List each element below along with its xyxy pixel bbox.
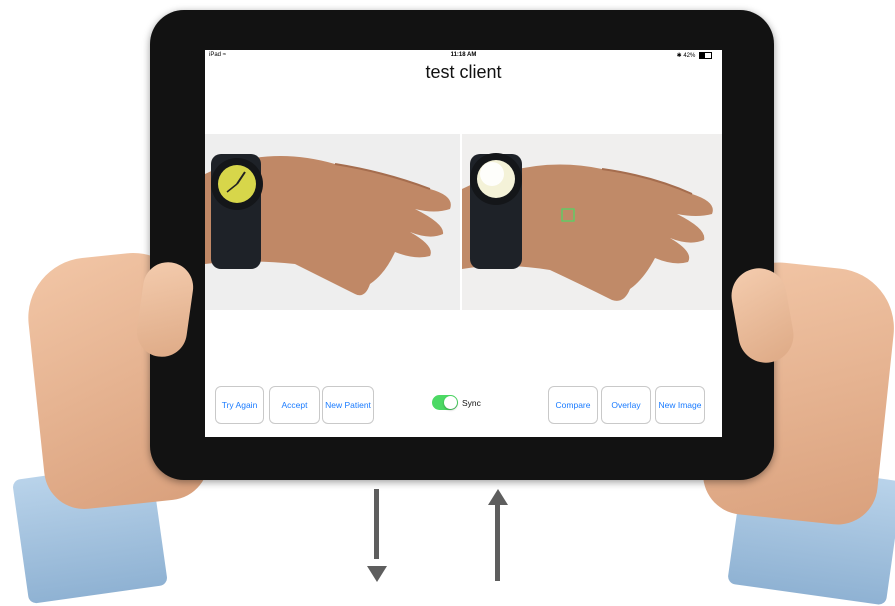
arrow-up-icon bbox=[495, 505, 500, 581]
arrow-down-icon bbox=[374, 489, 379, 559]
compare-button[interactable]: Compare bbox=[548, 386, 598, 424]
new-patient-button[interactable]: New Patient bbox=[322, 386, 374, 424]
arrow-down-head bbox=[367, 566, 387, 582]
try-again-button[interactable]: Try Again bbox=[215, 386, 264, 424]
hand-with-watch-photo bbox=[462, 134, 722, 310]
accept-button[interactable]: Accept bbox=[269, 386, 320, 424]
current-photo bbox=[462, 134, 722, 310]
reference-photo bbox=[205, 134, 460, 310]
toggle-knob bbox=[444, 396, 457, 409]
status-right: ✱ 42% bbox=[677, 52, 712, 59]
battery-percent: 42% bbox=[683, 53, 696, 60]
new-image-button[interactable]: New Image bbox=[655, 386, 705, 424]
hand-with-watch-photo bbox=[205, 134, 460, 310]
sync-toggle[interactable] bbox=[432, 395, 458, 410]
bluetooth-icon: ✱ bbox=[676, 53, 682, 60]
overlay-button[interactable]: Overlay bbox=[601, 386, 651, 424]
battery-icon bbox=[699, 52, 712, 59]
status-time: 11:18 AM bbox=[450, 52, 477, 58]
battery-fill bbox=[700, 53, 705, 58]
app-title: test client bbox=[425, 62, 502, 82]
tablet-screen: iPad ≈ 11:18 AM ✱ 42% test client Try Ag… bbox=[205, 50, 722, 437]
arrow-up-head bbox=[488, 489, 508, 505]
status-bar: iPad ≈ 11:18 AM ✱ 42% bbox=[205, 50, 722, 62]
sync-label: Sync bbox=[462, 397, 481, 408]
sync-control[interactable]: Sync bbox=[432, 395, 481, 410]
